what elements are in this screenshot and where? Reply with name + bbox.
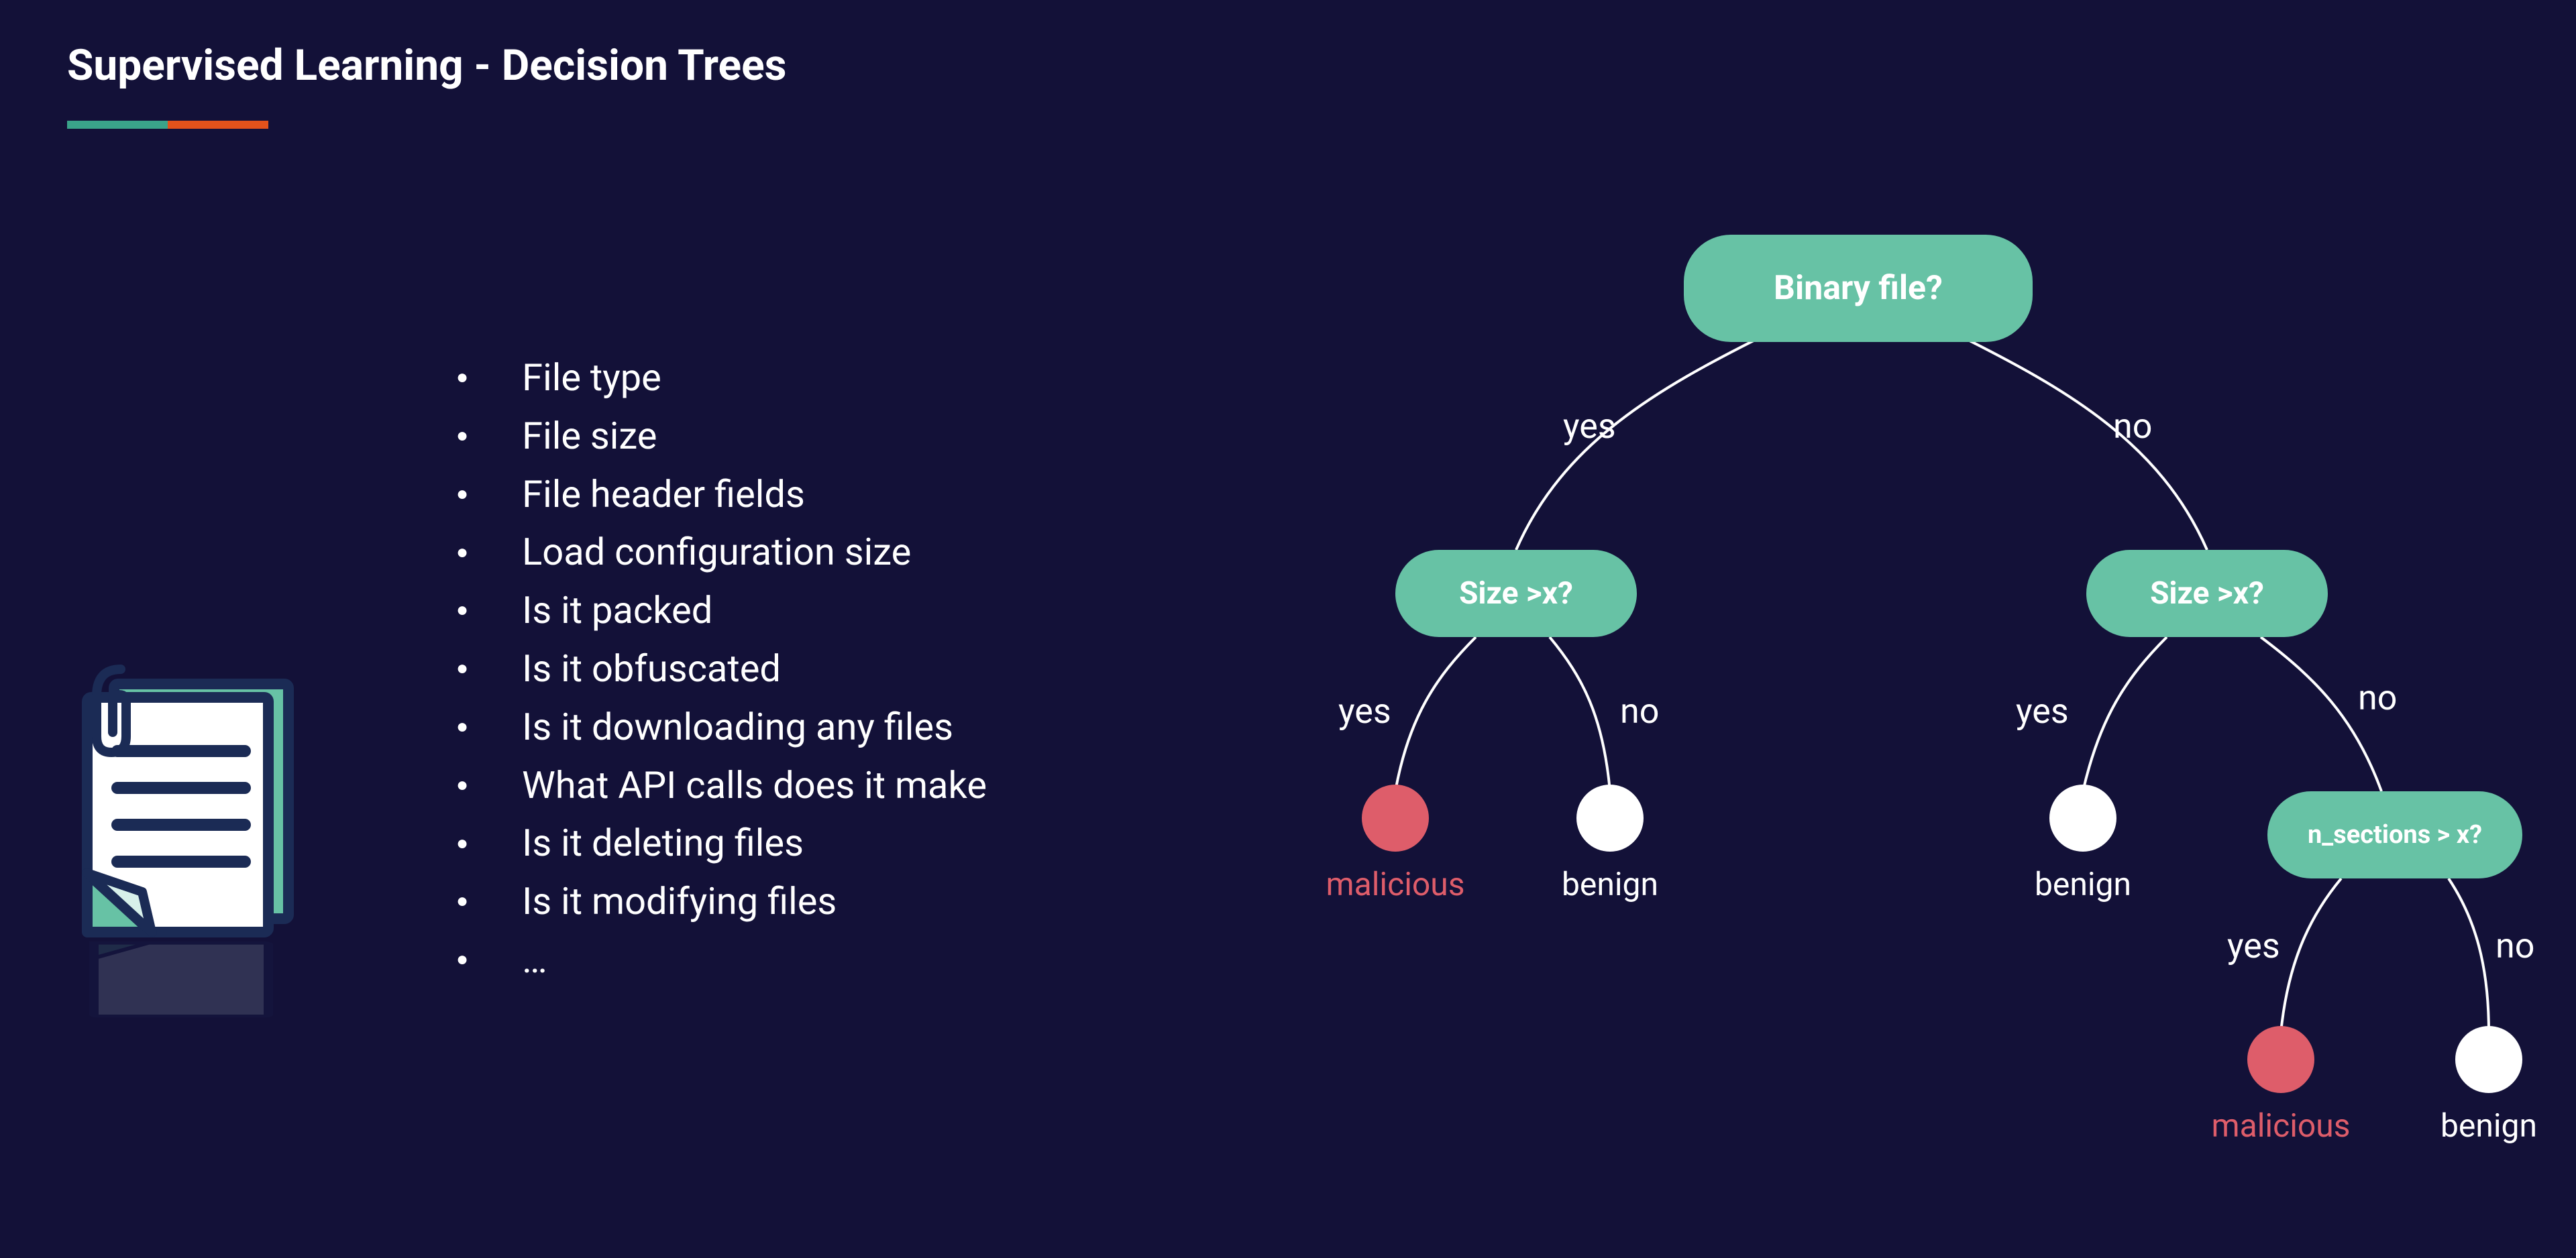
leaf-label-malicious: malicious: [1322, 865, 1469, 903]
leaf-malicious: [1362, 785, 1429, 852]
list-item: …: [456, 931, 987, 989]
list-item: Is it packed: [456, 581, 987, 640]
underline-teal: [67, 121, 168, 129]
list-item: Load configuration size: [456, 523, 987, 581]
edge-label-no: no: [2113, 406, 2152, 447]
list-item: Is it obfuscated: [456, 640, 987, 698]
edge-label-no: no: [1620, 691, 1659, 732]
list-item: File size: [456, 407, 987, 465]
edge-label-yes: yes: [1563, 406, 1616, 447]
list-item: Is it downloading any files: [456, 698, 987, 756]
node-nsections: n_sections > x?: [2267, 791, 2522, 878]
edge-label-yes: yes: [2016, 691, 2069, 732]
title-underline: [67, 121, 268, 129]
list-item: Is it modifying files: [456, 872, 987, 931]
document-icon: [47, 657, 302, 1035]
list-item: What API calls does it make: [456, 756, 987, 815]
list-item: File header fields: [456, 465, 987, 524]
node-right-size: Size >x?: [2086, 550, 2328, 637]
edge-label-no: no: [2358, 677, 2397, 718]
list-item: Is it deleting files: [456, 814, 987, 872]
leaf-malicious: [2247, 1026, 2314, 1093]
leaf-benign: [2049, 785, 2116, 852]
leaf-benign: [2455, 1026, 2522, 1093]
underline-orange: [168, 121, 268, 129]
edge-label-yes: yes: [1338, 691, 1391, 732]
leaf-label-benign: benign: [1536, 865, 1684, 903]
edge-label-yes: yes: [2227, 925, 2280, 966]
leaf-label-malicious: malicious: [2207, 1106, 2355, 1145]
slide-title: Supervised Learning - Decision Trees: [67, 40, 787, 91]
list-item: File type: [456, 349, 987, 407]
tree-edges: [1308, 235, 2516, 1241]
node-left-size: Size >x?: [1395, 550, 1637, 637]
decision-tree: Binary file? yes no Size >x? yes no mali…: [1308, 235, 2516, 1241]
leaf-label-benign: benign: [2415, 1106, 2563, 1145]
feature-list: File type File size File header fields L…: [456, 349, 987, 989]
node-root: Binary file?: [1684, 235, 2033, 342]
edge-label-no: no: [2496, 925, 2534, 966]
leaf-label-benign: benign: [2009, 865, 2157, 903]
leaf-benign: [1576, 785, 1644, 852]
